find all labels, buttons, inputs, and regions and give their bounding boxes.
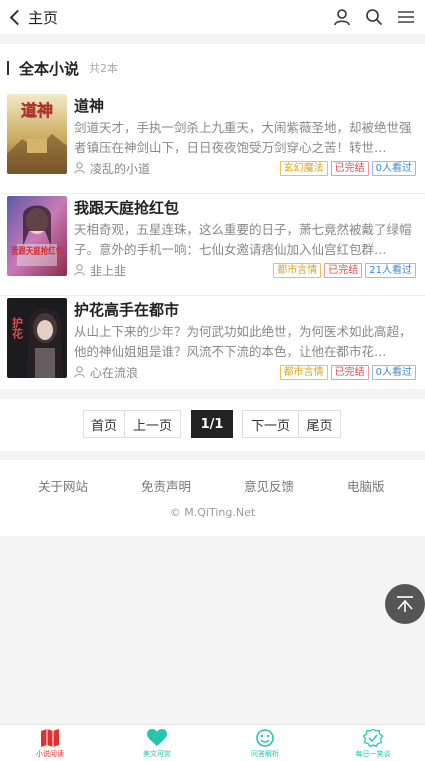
- book-meta: 心在流浪 都市言情 已完结 0人看过: [74, 364, 416, 380]
- book-cover[interactable]: 道神: [7, 94, 67, 174]
- last-page-button[interactable]: 尾页: [298, 410, 341, 438]
- book-meta: 韭上韭 都市言情 已完结 21人看过: [74, 262, 416, 278]
- chevron-left-icon: [9, 9, 26, 25]
- user-icon[interactable]: [333, 8, 351, 26]
- book-meta: 凌乱的小道 玄幻魔法 已完结 0人看过: [74, 160, 416, 176]
- book-tags: 都市言情 已完结 21人看过: [273, 262, 416, 278]
- current-page: 1/1: [191, 410, 233, 438]
- tab-novel-reading[interactable]: 小说阅读: [10, 729, 90, 759]
- section-header: 全本小说 共2本: [0, 44, 425, 92]
- book-title[interactable]: 护花高手在都市: [74, 299, 179, 320]
- tab-daily-joke[interactable]: 每日一笑谈: [333, 729, 413, 759]
- cover-title: 道神: [21, 101, 53, 120]
- book-title[interactable]: 我跟天庭抢红包: [74, 197, 179, 218]
- book-tags: 玄幻魔法 已完结 0人看过: [279, 160, 416, 176]
- footer-link-feedback[interactable]: 意见反馈: [244, 476, 294, 495]
- book-description: 从山上下来的少年？为何武功如此绝世，为何医术如此高超，他的神仙姐姐是谁？风流不下…: [74, 324, 412, 359]
- back-home-button[interactable]: 主页: [7, 0, 58, 34]
- search-icon[interactable]: [365, 8, 383, 26]
- copyright: © M.QiTing.Net: [169, 506, 256, 519]
- top-bar: 主页: [0, 0, 425, 34]
- cover-title: 护花: [11, 316, 24, 340]
- book-author: 心在流浪: [74, 364, 138, 381]
- author-icon: [74, 264, 85, 276]
- bottom-tab-bar: 小说阅读 美文可赏 问答解析 每日一笑谈: [0, 724, 425, 761]
- tab-essays[interactable]: 美文可赏: [117, 729, 197, 759]
- status-badge: 已完结: [330, 160, 369, 176]
- back-to-top-button[interactable]: [385, 584, 425, 624]
- back-home-label: 主页: [28, 8, 59, 27]
- book-cover[interactable]: 我跟天庭抢红包: [7, 196, 67, 276]
- status-badge: 已完结: [324, 262, 363, 278]
- footer-link-about[interactable]: 关于网站: [38, 476, 88, 495]
- pagination: 首页 上一页 1/1 下一页 尾页: [0, 399, 425, 451]
- book-cover[interactable]: 护花: [7, 298, 67, 378]
- cover-title: 我跟天庭抢红包: [11, 245, 63, 257]
- author-name: 心在流浪: [90, 365, 139, 380]
- category-badge: 都市言情: [279, 364, 328, 380]
- tab-label: 问答解析: [251, 750, 279, 758]
- author-icon: [74, 162, 85, 174]
- section-count: 共2本: [89, 62, 119, 75]
- author-name: 韭上韭: [90, 263, 127, 278]
- book-icon: [41, 729, 59, 747]
- tab-qa[interactable]: 问答解析: [225, 729, 305, 759]
- views-badge: 0人看过: [371, 364, 416, 380]
- views-badge: 0人看过: [371, 160, 416, 176]
- book-author: 凌乱的小道: [74, 160, 150, 177]
- footer-link-disclaimer[interactable]: 免责声明: [141, 476, 191, 495]
- author-icon: [74, 366, 85, 378]
- book-description: 剑道天才，手执一剑杀上九重天，大闹紫薇圣地，却被绝世强者镇压在神剑山下，日日夜夜…: [74, 120, 412, 155]
- book-tags: 都市言情 已完结 0人看过: [279, 364, 416, 380]
- status-badge: 已完结: [330, 364, 369, 380]
- footer: 关于网站 免责声明 意见反馈 电脑版 © M.QiTing.Net: [0, 460, 425, 536]
- book-title[interactable]: 道神: [74, 95, 104, 116]
- tab-label: 每日一笑谈: [355, 750, 391, 758]
- arrow-up-icon: [397, 596, 413, 612]
- heart-icon: [147, 729, 167, 746]
- footer-link-desktop[interactable]: 电脑版: [347, 476, 385, 495]
- prev-page-button[interactable]: 上一页: [124, 410, 181, 438]
- views-badge: 21人看过: [365, 262, 416, 278]
- badge-check-icon: [363, 729, 383, 747]
- first-page-button[interactable]: 首页: [83, 410, 125, 438]
- book-author: 韭上韭: [74, 262, 126, 279]
- header-actions: [333, 0, 415, 34]
- book-list-card: 全本小说 共2本 道神 道神 剑道天才，手执一剑杀上九重天，大闹紫薇圣地，却被绝…: [0, 44, 425, 389]
- tab-label: 美文可赏: [143, 750, 171, 758]
- next-page-button[interactable]: 下一页: [242, 410, 299, 438]
- tab-label: 小说阅读: [36, 750, 64, 758]
- book-description: 天相奇观，五星连珠，这么重要的日子，萧七竟然被戴了绿帽子。意外的手机一响：七仙女…: [74, 222, 412, 257]
- smile-icon: [256, 729, 274, 747]
- book-item[interactable]: 我跟天庭抢红包 我跟天庭抢红包 天相奇观，五星连珠，这么重要的日子，萧七竟然被戴…: [0, 194, 425, 296]
- category-badge: 玄幻魔法: [279, 160, 328, 176]
- menu-icon[interactable]: [397, 8, 415, 26]
- book-item[interactable]: 护花 护花高手在都市 从山上下来的少年？为何武功如此绝世，为何医术如此高超，他的…: [0, 296, 425, 398]
- category-badge: 都市言情: [273, 262, 322, 278]
- author-name: 凌乱的小道: [90, 161, 151, 176]
- section-marker: [7, 61, 9, 75]
- book-item[interactable]: 道神 道神 剑道天才，手执一剑杀上九重天，大闹紫薇圣地，却被绝世强者镇压在神剑山…: [0, 92, 425, 194]
- section-title: 全本小说: [19, 59, 80, 78]
